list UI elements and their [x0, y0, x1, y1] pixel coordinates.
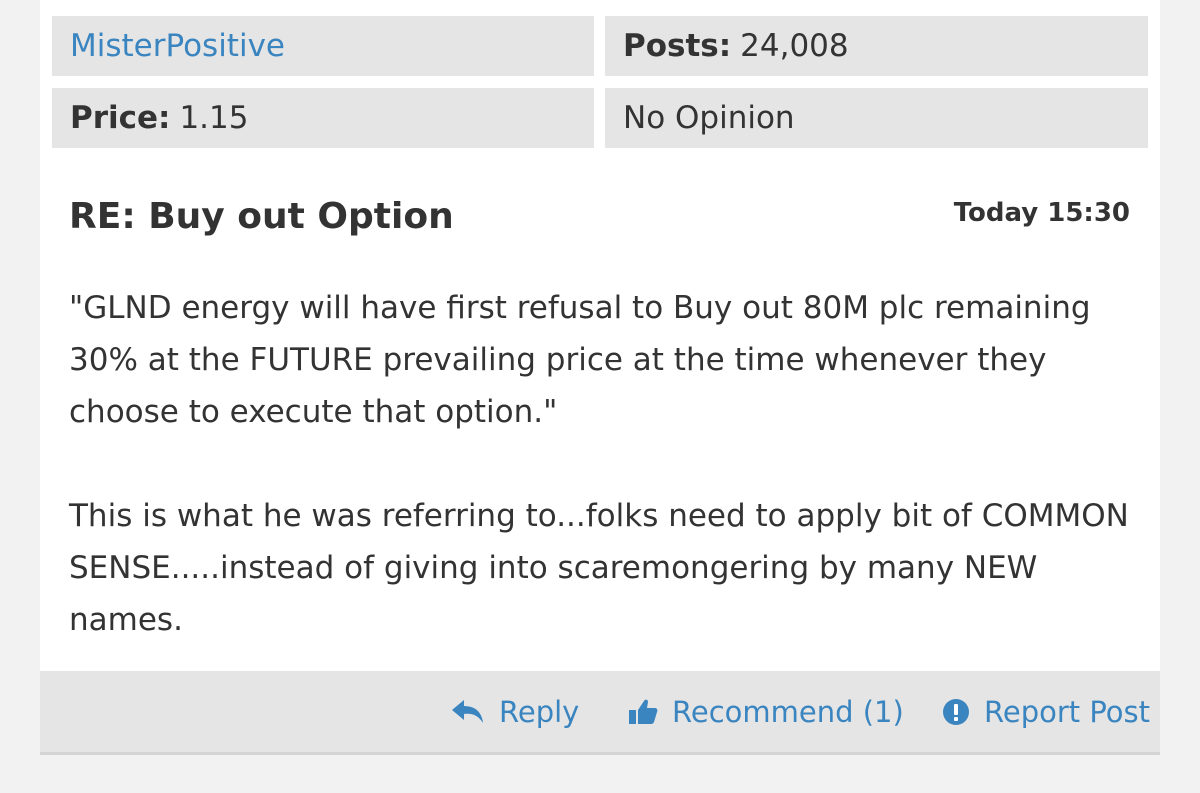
posts-label: Posts:	[623, 28, 732, 64]
post-paragraph: This is what he was referring to...folks…	[69, 498, 1129, 638]
reply-arrow-icon	[452, 700, 483, 723]
author-cell: MisterPositive	[52, 16, 594, 76]
post-meta-grid: MisterPositive Posts: 24,008 Price: 1.15…	[52, 16, 1148, 148]
reply-button[interactable]: Reply	[451, 695, 579, 729]
thumbs-up-icon	[629, 699, 658, 724]
post-body: "GLND energy will have first refusal to …	[69, 282, 1139, 698]
opinion-cell: No Opinion	[605, 88, 1148, 148]
recommend-label: Recommend (1)	[672, 695, 904, 729]
price-cell: Price: 1.15	[52, 88, 594, 148]
recommend-button[interactable]: Recommend (1)	[628, 695, 904, 729]
post-paragraph: "GLND energy will have first refusal to …	[69, 290, 1091, 430]
price-label: Price:	[70, 100, 171, 136]
post-title: RE: Buy out Option	[69, 196, 454, 237]
report-post-label: Report Post	[984, 695, 1151, 729]
posts-value: 24,008	[740, 28, 849, 64]
price-value: 1.15	[179, 100, 249, 136]
author-username-link[interactable]: MisterPositive	[70, 28, 285, 64]
exclamation-circle-icon	[943, 699, 969, 725]
post-actions-bar: Reply Recommend (1) Report Post	[40, 671, 1160, 755]
opinion-value: No Opinion	[623, 100, 795, 136]
reply-label: Reply	[499, 695, 580, 729]
posts-count-cell: Posts: 24,008	[605, 16, 1148, 76]
report-post-button[interactable]: Report Post	[942, 695, 1150, 729]
post-card: MisterPositive Posts: 24,008 Price: 1.15…	[40, 0, 1160, 755]
post-timestamp: Today 15:30	[953, 198, 1130, 228]
